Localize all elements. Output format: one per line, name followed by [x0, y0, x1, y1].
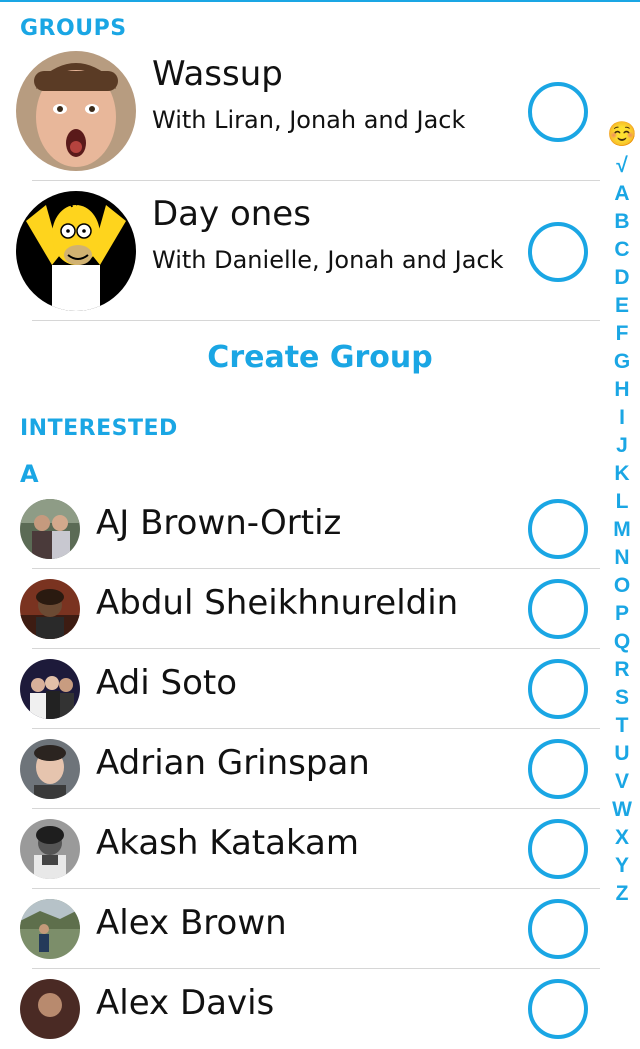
index-letter[interactable]: Q [614, 628, 630, 656]
index-letter[interactable]: √ [616, 152, 628, 180]
index-letter[interactable]: V [615, 768, 629, 796]
contact-row[interactable]: AJ Brown-Ortiz [0, 489, 600, 569]
group-members: With Danielle, Jonah and Jack [152, 246, 504, 274]
group-name: Day ones [152, 194, 311, 234]
group-avatar-wassup [16, 51, 136, 171]
select-circle[interactable] [528, 82, 588, 142]
index-letter[interactable]: A [614, 180, 629, 208]
contact-avatar [20, 739, 80, 799]
select-circle[interactable] [528, 659, 588, 719]
group-members: With Liran, Jonah and Jack [152, 106, 466, 134]
index-letter[interactable]: S [615, 684, 629, 712]
interested-section-header: INTERESTED [20, 416, 178, 441]
index-letter[interactable]: F [616, 320, 629, 348]
select-circle[interactable] [528, 979, 588, 1039]
index-letter[interactable]: P [615, 600, 629, 628]
index-letter[interactable]: Z [616, 880, 629, 908]
contact-avatar [20, 499, 80, 559]
index-letter[interactable]: H [614, 376, 629, 404]
contact-name: Adi Soto [96, 663, 238, 703]
contact-name: AJ Brown-Ortiz [96, 503, 342, 543]
index-letter[interactable]: I [619, 404, 625, 432]
alphabet-index[interactable]: ☺️ √ A B C D E F G H I J K L M N O P Q R S T U V W X Y Z [604, 116, 640, 908]
contact-row[interactable]: Abdul Sheikhnureldin [0, 569, 600, 649]
index-letter[interactable]: L [616, 488, 629, 516]
index-letter[interactable]: G [614, 348, 630, 376]
group-name: Wassup [152, 54, 283, 94]
contact-row[interactable]: Adrian Grinspan [0, 729, 600, 809]
groups-section-header: GROUPS [20, 16, 127, 41]
index-letter[interactable]: U [614, 740, 629, 768]
contact-avatar [20, 819, 80, 879]
contact-name: Akash Katakam [96, 823, 360, 863]
select-circle[interactable] [528, 819, 588, 879]
index-letter[interactable]: Y [615, 852, 629, 880]
contact-avatar [20, 979, 80, 1039]
index-letter[interactable]: O [614, 572, 630, 600]
index-letter[interactable]: R [614, 656, 629, 684]
contact-row[interactable]: Akash Katakam [0, 809, 600, 889]
contact-name: Alex Brown [96, 903, 287, 943]
index-letter[interactable]: X [615, 824, 629, 852]
index-letter[interactable]: J [616, 432, 628, 460]
group-row-day-ones[interactable]: Day ones With Danielle, Jonah and Jack [0, 180, 600, 320]
index-letter[interactable]: T [616, 712, 629, 740]
select-circle[interactable] [528, 579, 588, 639]
contact-avatar [20, 659, 80, 719]
divider [32, 320, 600, 321]
index-letter[interactable]: W [612, 796, 632, 824]
group-row-wassup[interactable]: Wassup With Liran, Jonah and Jack [0, 40, 600, 180]
contact-name: Alex Davis [96, 983, 275, 1023]
contact-avatar [20, 899, 80, 959]
select-circle[interactable] [528, 222, 588, 282]
index-letter[interactable]: C [614, 236, 629, 264]
contact-name: Adrian Grinspan [96, 743, 370, 783]
letter-header-a: A [20, 460, 39, 488]
index-letter[interactable]: M [613, 516, 631, 544]
create-group-button[interactable]: Create Group [0, 340, 640, 375]
select-circle[interactable] [528, 739, 588, 799]
index-letter[interactable]: D [614, 264, 629, 292]
select-circle[interactable] [528, 899, 588, 959]
contact-row[interactable]: Adi Soto [0, 649, 600, 729]
contact-row[interactable]: Alex Davis [0, 969, 600, 1049]
index-letter[interactable]: K [614, 460, 629, 488]
contact-row[interactable]: Alex Brown [0, 889, 600, 969]
top-accent-line [0, 0, 640, 2]
index-letter[interactable]: E [615, 292, 629, 320]
group-avatar-day-ones [16, 191, 136, 311]
index-letter[interactable]: N [614, 544, 629, 572]
smiley-icon[interactable]: ☺️ [607, 116, 637, 152]
select-circle[interactable] [528, 499, 588, 559]
contact-name: Abdul Sheikhnureldin [96, 583, 459, 623]
index-letter[interactable]: B [614, 208, 629, 236]
contact-avatar [20, 579, 80, 639]
